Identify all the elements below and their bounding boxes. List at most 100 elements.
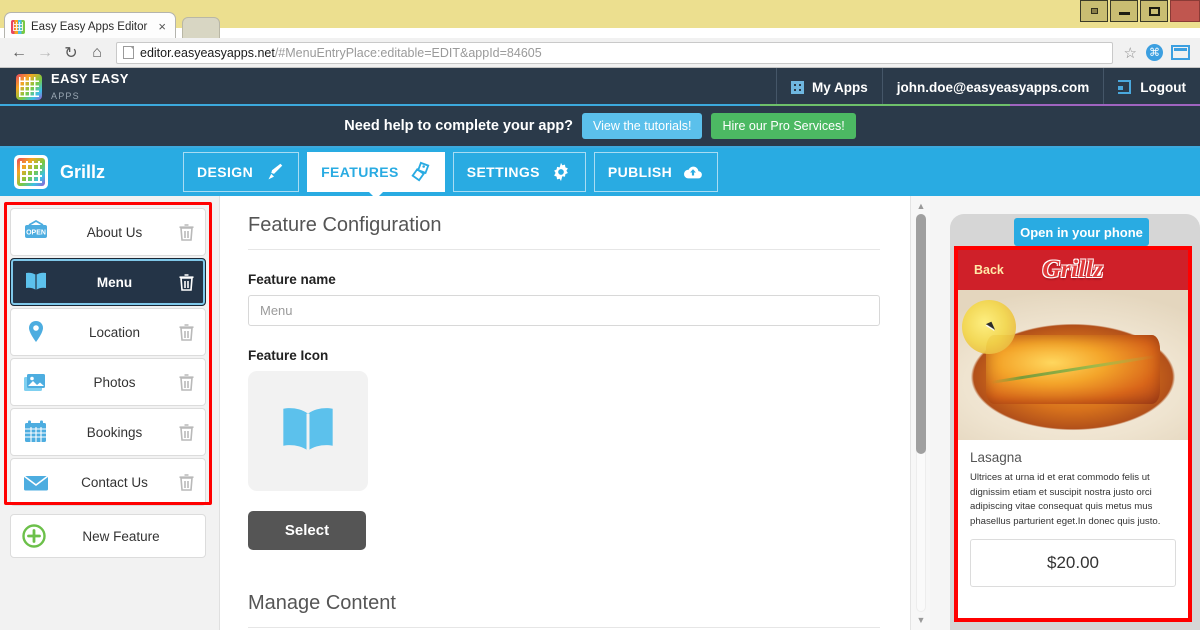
delete-icon[interactable] <box>178 273 195 292</box>
menu-item-title: Lasagna <box>970 450 1176 465</box>
tab-publish-label: PUBLISH <box>608 164 672 180</box>
tab-features[interactable]: FEATURES <box>307 152 445 192</box>
photos-icon <box>21 368 51 396</box>
app-tab-bar: Grillz DESIGN FEATURES SETTINGS <box>0 148 1200 196</box>
tab-title: Easy Easy Apps Editor <box>31 21 155 33</box>
url-host: editor.easyeasyapps.net <box>140 46 275 60</box>
grid-icon <box>791 81 804 94</box>
browser-tab-active[interactable]: Easy Easy Apps Editor × <box>4 12 176 40</box>
svg-text:OPEN: OPEN <box>26 230 46 237</box>
logout-icon <box>1118 80 1131 94</box>
app-top-navigation: EASY EASY APPS My Apps john.doe@easyeasy… <box>0 68 1200 106</box>
sidebar-item-contact-us[interactable]: Contact Us <box>10 458 206 506</box>
tab-design[interactable]: DESIGN <box>183 152 299 192</box>
manage-content-title: Manage Content <box>248 592 880 628</box>
delete-icon[interactable] <box>178 373 195 392</box>
delete-icon[interactable] <box>178 423 195 442</box>
brand-name: EASY EASY <box>51 71 129 86</box>
open-book-icon <box>271 394 345 468</box>
gear-icon <box>550 161 572 183</box>
app-identity: Grillz <box>14 155 105 189</box>
tab-publish[interactable]: PUBLISH <box>594 152 718 192</box>
view-tutorials-button[interactable]: View the tutorials! <box>582 113 702 139</box>
feature-icon-preview[interactable] <box>248 371 368 491</box>
phone-screen: Back Grillz Lasagna Ultrices at urna id … <box>958 250 1188 618</box>
new-feature-label: New Feature <box>47 529 195 544</box>
sidebar-item-photos[interactable]: Photos <box>10 358 206 406</box>
scroll-up-icon[interactable]: ▲ <box>915 201 927 211</box>
easyeasyapps-logo-icon <box>16 74 42 100</box>
scrollbar-thumb[interactable] <box>916 214 926 454</box>
tab-features-label: FEATURES <box>321 164 399 180</box>
phone-app-logo: Grillz <box>958 256 1188 284</box>
account-email[interactable]: john.doe@easyeasyapps.com <box>882 68 1104 106</box>
open-book-icon <box>21 268 51 296</box>
scroll-down-icon[interactable]: ▼ <box>915 615 927 625</box>
features-sidebar: OPEN About Us Menu <box>0 196 220 630</box>
select-icon-button[interactable]: Select <box>248 511 366 550</box>
address-bar[interactable]: editor.easyeasyapps.net/#MenuEntryPlace:… <box>116 42 1113 64</box>
browser-window: Easy Easy Apps Editor × ← → ↻ ⌂ editor.e… <box>0 0 1200 630</box>
sidebar-item-label: Photos <box>51 375 178 390</box>
delete-icon[interactable] <box>178 473 195 492</box>
home-icon[interactable]: ⌂ <box>84 40 110 66</box>
logout-label: Logout <box>1140 80 1186 95</box>
forward-icon: → <box>32 40 58 66</box>
promo-text: Need help to complete your app? <box>344 118 573 134</box>
sidebar-item-label: Location <box>51 325 178 340</box>
logout-link[interactable]: Logout <box>1103 68 1200 106</box>
open-sign-icon: OPEN <box>21 218 51 246</box>
tab-settings-label: SETTINGS <box>467 164 540 180</box>
app-name: Grillz <box>60 162 105 183</box>
back-icon[interactable]: ← <box>6 40 32 66</box>
brand-subtitle: APPS <box>51 91 80 101</box>
hire-pro-services-button[interactable]: Hire our Pro Services! <box>711 113 855 139</box>
phone-preview-panel: Open in your phone Back Grillz Lasagna U… <box>930 196 1200 630</box>
tab-design-label: DESIGN <box>197 164 253 180</box>
tags-icon <box>409 161 431 183</box>
tab-settings[interactable]: SETTINGS <box>453 152 586 192</box>
site-brand[interactable]: EASY EASY APPS <box>16 71 129 103</box>
new-tab-button[interactable] <box>182 17 220 40</box>
app-logo-icon <box>14 155 48 189</box>
envelope-icon <box>21 468 51 496</box>
paintbrush-icon <box>263 161 285 183</box>
sidebar-item-label: Contact Us <box>51 475 178 490</box>
sidebar-item-location[interactable]: Location <box>10 308 206 356</box>
sidebar-item-label: About Us <box>51 225 178 240</box>
browser-tabstrip: Easy Easy Apps Editor × <box>0 12 1200 40</box>
sidebar-item-about-us[interactable]: OPEN About Us <box>10 208 206 256</box>
page-icon <box>123 46 134 59</box>
close-icon[interactable]: × <box>155 20 169 33</box>
dish-photo <box>958 290 1188 440</box>
page-title: Feature Configuration <box>248 214 880 250</box>
menu-item-description: Ultrices at urna id et erat commodo feli… <box>970 471 1176 529</box>
phone-header: Back Grillz <box>958 250 1188 290</box>
favicon-icon <box>11 20 25 34</box>
plus-circle-icon <box>21 523 47 549</box>
url-path: /#MenuEntryPlace:editable=EDIT&appId=846… <box>275 46 542 60</box>
command-icon[interactable]: ⌘ <box>1146 44 1163 61</box>
new-feature-button[interactable]: New Feature <box>10 514 206 558</box>
bookmark-star-icon[interactable]: ☆ <box>1119 44 1142 62</box>
my-apps-link[interactable]: My Apps <box>776 68 882 106</box>
feature-name-input[interactable] <box>248 295 880 326</box>
my-apps-label: My Apps <box>812 80 868 95</box>
sidebar-item-menu[interactable]: Menu <box>10 258 206 306</box>
sidebar-item-label: Bookings <box>51 425 178 440</box>
menu-item-price: $20.00 <box>970 539 1176 587</box>
calendar-icon <box>21 418 51 446</box>
feature-icon-label: Feature Icon <box>248 348 880 363</box>
open-in-phone-button[interactable]: Open in your phone <box>1014 218 1149 246</box>
sidebar-item-label: Menu <box>51 275 178 290</box>
delete-icon[interactable] <box>178 323 195 342</box>
sidebar-item-bookings[interactable]: Bookings <box>10 408 206 456</box>
reload-icon[interactable]: ↻ <box>58 40 84 66</box>
main-scrollbar[interactable]: ▲ ▼ <box>910 196 930 630</box>
feature-list: OPEN About Us Menu <box>10 208 206 508</box>
map-pin-icon <box>21 318 51 346</box>
delete-icon[interactable] <box>178 223 195 242</box>
feature-name-label: Feature name <box>248 272 880 287</box>
page-body: OPEN About Us Menu <box>0 196 1200 630</box>
window-capture-icon[interactable] <box>1171 45 1190 60</box>
